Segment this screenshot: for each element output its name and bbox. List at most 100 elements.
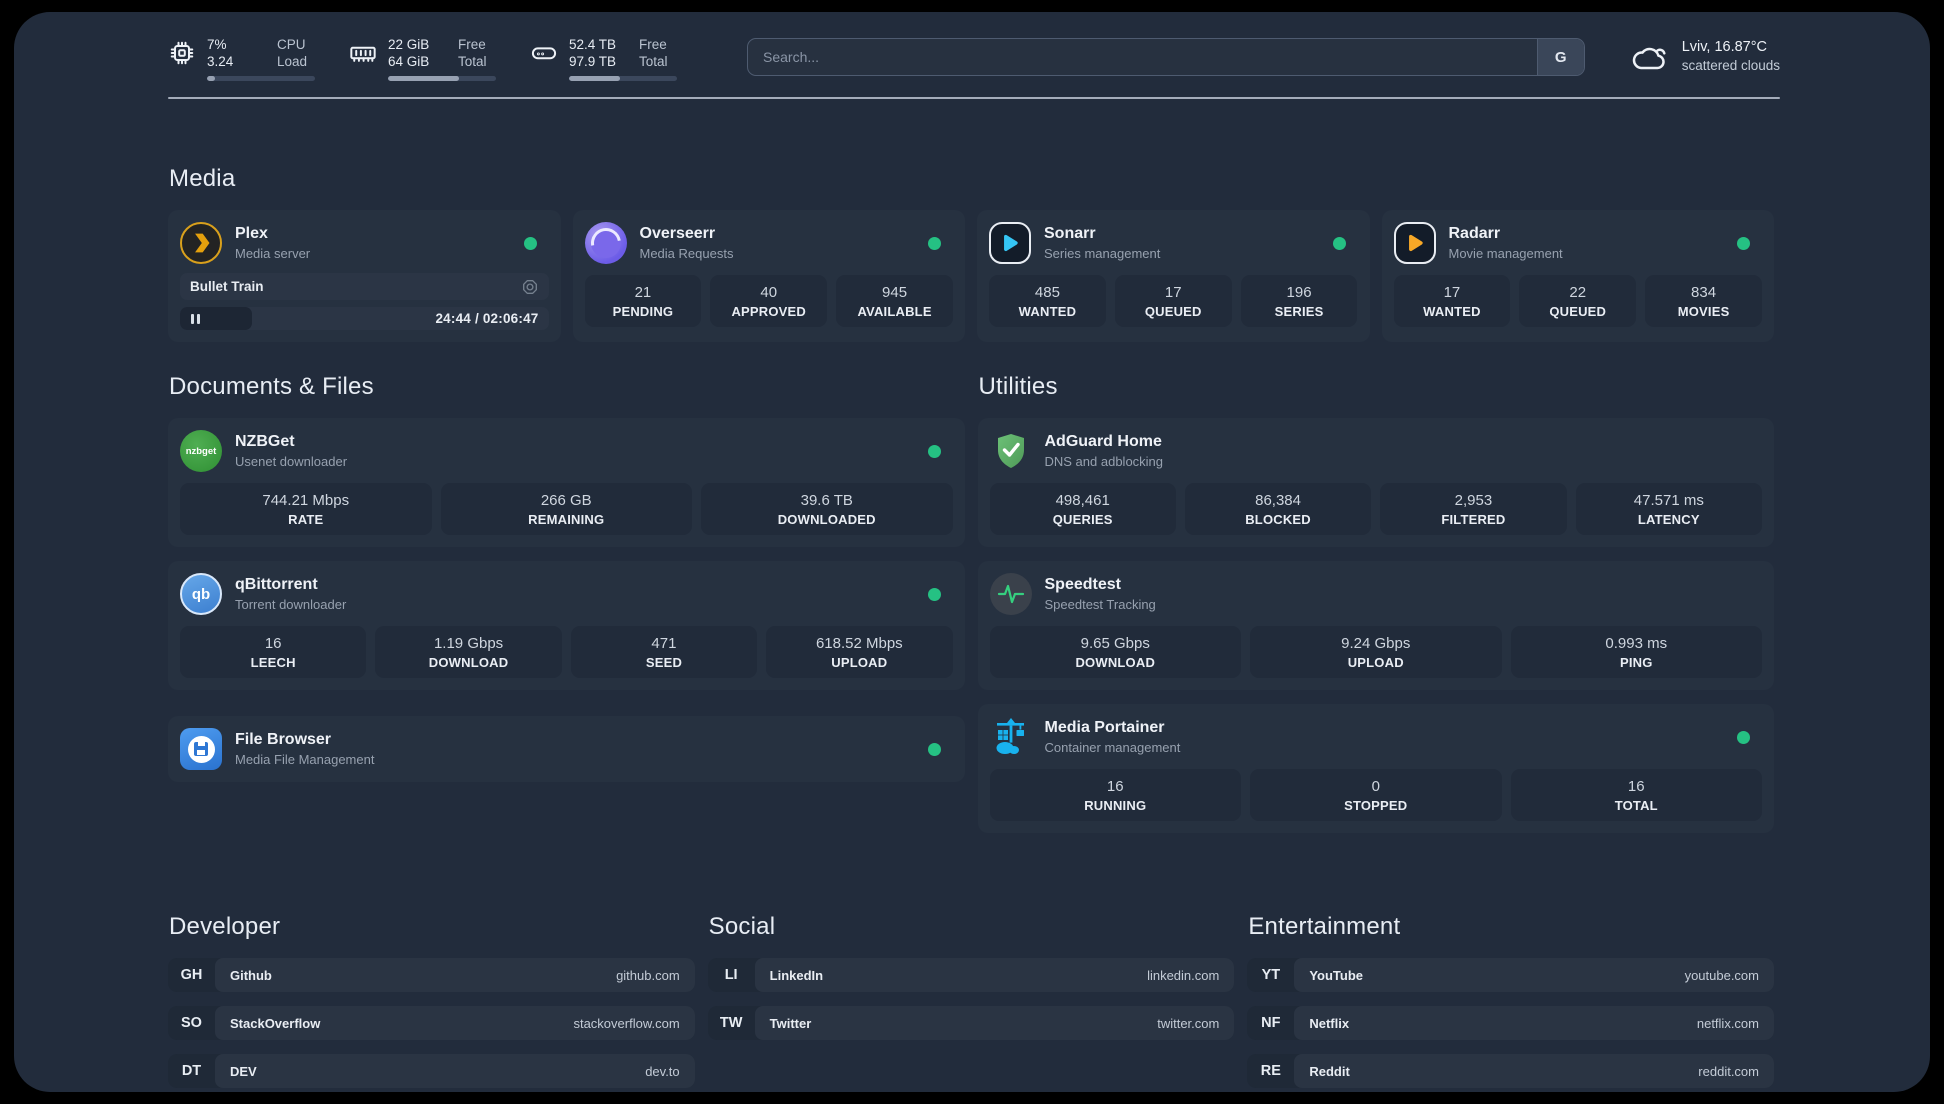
stat-value: 9.65 Gbps [1080,635,1150,652]
section-title-documents: Documents & Files [169,373,374,400]
cpu-stat: 7% 3.24 CPU Load [168,36,315,81]
app-subtitle: Media File Management [235,752,375,767]
app-subtitle: Speedtest Tracking [1044,597,1156,612]
stat-label: AVAILABLE [857,304,932,319]
speedtest-card[interactable]: Speedtest Speedtest Tracking 9.65 Gbps D… [977,561,1774,690]
adguard-card[interactable]: AdGuard Home DNS and adblocking 498,461 … [977,418,1774,547]
cpu-usage-value: 7% [207,37,227,52]
stat-value: 16 [264,635,282,652]
app-subtitle: Media server [235,246,311,261]
stat-label: LATENCY [1637,512,1700,527]
status-online-dot [927,742,941,756]
bookmark-column-social: Social LI LinkedIn linkedin.com TW Twitt… [707,913,1235,1092]
stat-box: 0 STOPPED [1250,769,1502,821]
stat-value: 498,461 [1055,492,1110,509]
stat-value: 1.19 Gbps [433,635,504,652]
bookmark-name: YouTube [1309,967,1364,983]
stat-label: DOWNLOAD [1075,655,1156,670]
app-title: Overseerr [639,225,716,242]
stat-value: 2,953 [1454,492,1493,509]
stat-box: 86,384 BLOCKED [1184,483,1372,535]
stat-value: 744.21 Mbps [262,492,350,509]
stat-box: 21 PENDING [584,275,702,327]
weather-condition: scattered clouds [1681,58,1780,73]
qbittorrent-card[interactable]: qb qBittorrent Torrent downloader 16 LEE… [168,561,965,690]
stat-box: 9.65 Gbps DOWNLOAD [989,626,1241,678]
stat-box: 266 GB REMAINING [440,483,692,535]
bookmark-reddit[interactable]: RE Reddit reddit.com [1247,1054,1774,1088]
stat-value: 39.6 TB [800,492,853,509]
ram-total-value: 64 GiB [388,54,430,69]
radarr-card[interactable]: Radarr Movie management 17 WANTED 22 QUE… [1381,210,1774,342]
bookmark-youtube[interactable]: YT YouTube youtube.com [1247,958,1774,992]
bookmark-name: StackOverflow [230,1015,321,1031]
stat-box: 9.24 Gbps UPLOAD [1250,626,1502,678]
status-online-dot [1737,236,1750,250]
status-online-dot [928,236,941,250]
overseerr-card[interactable]: Overseerr Media Requests 21 PENDING 40 A… [572,210,965,342]
stat-label: STOPPED [1344,798,1408,813]
ram-stat: 22 GiB 64 GiB Free Total [349,36,496,81]
bookmark-stackoverflow[interactable]: SO StackOverflow stackoverflow.com [168,1006,695,1040]
disk-total-value: 97.9 TB [569,54,617,69]
stat-value: 21 [634,284,652,301]
search-input[interactable] [748,39,1537,75]
stat-box: 39.6 TB DOWNLOADED [701,483,953,535]
app-subtitle: Container management [1044,740,1181,755]
bookmark-dev[interactable]: DT DEV dev.to [168,1054,695,1088]
header-divider [168,97,1780,99]
stat-box: 471 SEED [570,626,758,678]
bookmark-github[interactable]: GH Github github.com [168,958,695,992]
portainer-card[interactable]: Media Portainer Container management 16 … [977,704,1774,833]
stat-box: 744.21 Mbps RATE [180,483,432,535]
stat-value: 86,384 [1255,492,1301,509]
bookmark-abbr: LI [724,967,738,983]
speedtest-pulse-icon [989,573,1032,615]
search-engine-button[interactable]: G [1536,39,1584,75]
section-title-developer: Developer [169,913,281,940]
stat-box: 47.571 ms LATENCY [1575,483,1762,535]
bookmark-abbr: SO [181,1015,202,1031]
stat-value: 22 [1569,284,1587,301]
stat-label: PENDING [612,304,674,319]
cpu-chip-icon [170,41,194,65]
disk-drive-icon [531,47,557,60]
stat-label: QUEUED [1144,304,1202,319]
top-bar: 7% 3.24 CPU Load 22 GiB 64 GiB Free Tota… [14,12,1930,81]
sonarr-card[interactable]: Sonarr Series management 485 WANTED 17 Q… [977,210,1370,342]
app-title: Plex [235,225,268,242]
bookmark-url: reddit.com [1698,1063,1759,1079]
stat-value: 17 [1443,284,1461,301]
status-online-dot [1332,236,1346,250]
stat-value: 0 [1371,778,1380,795]
stat-label: SEED [645,655,683,670]
bookmark-twitter[interactable]: TW Twitter twitter.com [707,1006,1235,1040]
status-online-dot [1737,730,1750,744]
app-subtitle: Media Requests [639,246,734,261]
overseerr-icon [584,222,627,264]
plex-icon [180,222,222,264]
bookmark-linkedin[interactable]: LI LinkedIn linkedin.com [707,958,1235,992]
app-subtitle: Movie management [1448,246,1563,261]
bookmark-url: github.com [616,967,680,983]
filebrowser-card[interactable]: File Browser Media File Management [168,716,965,782]
stat-label: REMAINING [528,512,605,527]
bookmark-netflix[interactable]: NF Netflix netflix.com [1247,1006,1774,1040]
stat-box: 16 TOTAL [1510,769,1762,821]
playback-time: 24:44 / 02:06:47 [435,311,539,326]
ram-progress-bar [388,76,496,81]
app-title: Radarr [1448,225,1501,242]
bookmark-url: youtube.com [1684,967,1759,983]
stat-box: 16 RUNNING [989,769,1241,821]
ram-free-value: 22 GiB [388,37,430,52]
plex-card[interactable]: Plex Media server Bullet Train 24:44 / 0… [168,210,561,342]
stat-value: 17 [1164,284,1182,301]
stat-box: 1.19 Gbps DOWNLOAD [375,626,562,678]
portainer-crane-icon [990,716,1032,758]
ram-free-label: Free [458,37,486,52]
weather-location: Lviv, 16.87°C [1681,39,1768,55]
bookmark-column-entertainment: Entertainment YT YouTube youtube.com NF … [1247,913,1774,1092]
disk-total-label: Total [639,54,668,69]
app-title: qBittorrent [235,576,318,593]
nzbget-card[interactable]: nzbget NZBGet Usenet downloader 744.21 M… [168,418,965,547]
